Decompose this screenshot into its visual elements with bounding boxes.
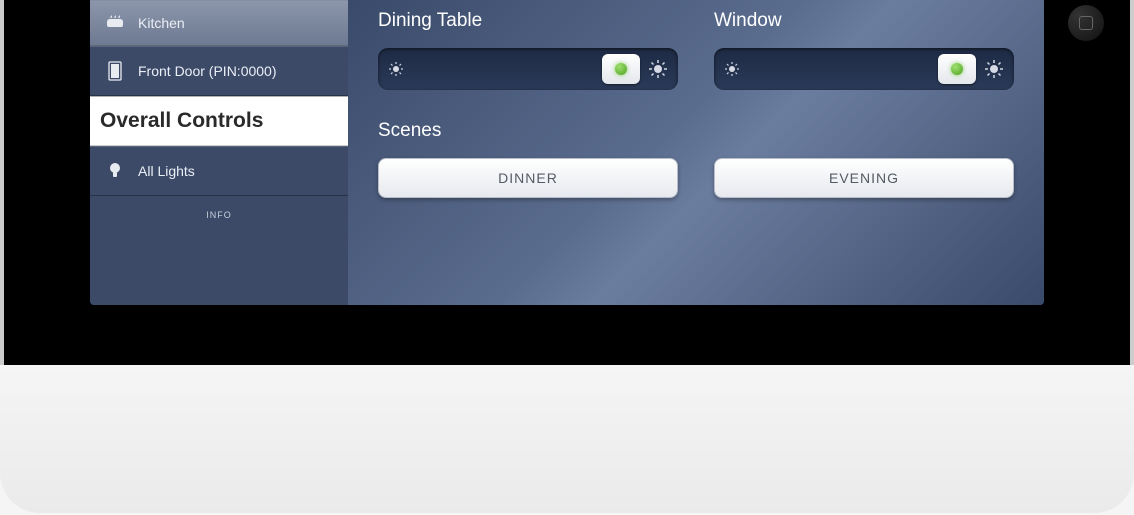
sidebar-item-label: Kitchen	[138, 15, 185, 31]
info-link[interactable]: INFO	[90, 196, 348, 234]
slider-thumb[interactable]	[602, 54, 640, 84]
sidebar: Kitchen Front Door (PIN:0000) Overall Co…	[90, 0, 348, 305]
section-header-overall: Overall Controls	[90, 96, 348, 146]
kitchen-icon	[102, 15, 128, 31]
control-title: Window	[714, 10, 1014, 32]
control-dining-table: Dining Table	[378, 10, 678, 90]
control-title: Dining Table	[378, 10, 678, 32]
bulb-icon	[102, 161, 128, 181]
scene-button-evening[interactable]: EVENING	[714, 158, 1014, 198]
brightness-slider-dining[interactable]	[378, 48, 678, 90]
thumb-indicator-icon	[615, 63, 627, 75]
sidebar-item-kitchen[interactable]: Kitchen	[90, 0, 348, 46]
sidebar-item-label: All Lights	[138, 163, 195, 179]
brightness-high-icon	[984, 59, 1004, 79]
scene-button-dinner[interactable]: DINNER	[378, 158, 678, 198]
scenes-header: Scenes	[378, 120, 1014, 142]
content-area: Dining Table	[348, 0, 1044, 305]
sidebar-item-all-lights[interactable]: All Lights	[90, 146, 348, 196]
brightness-low-icon	[724, 61, 740, 77]
brightness-slider-window[interactable]	[714, 48, 1014, 90]
brightness-high-icon	[648, 59, 668, 79]
thumb-indicator-icon	[951, 63, 963, 75]
sidebar-item-front-door[interactable]: Front Door (PIN:0000)	[90, 46, 348, 96]
device-home-button[interactable]	[1068, 5, 1104, 41]
slider-thumb[interactable]	[938, 54, 976, 84]
control-window: Window	[714, 10, 1014, 90]
door-icon	[102, 61, 128, 81]
sidebar-item-label: Front Door (PIN:0000)	[138, 63, 277, 79]
brightness-low-icon	[388, 61, 404, 77]
